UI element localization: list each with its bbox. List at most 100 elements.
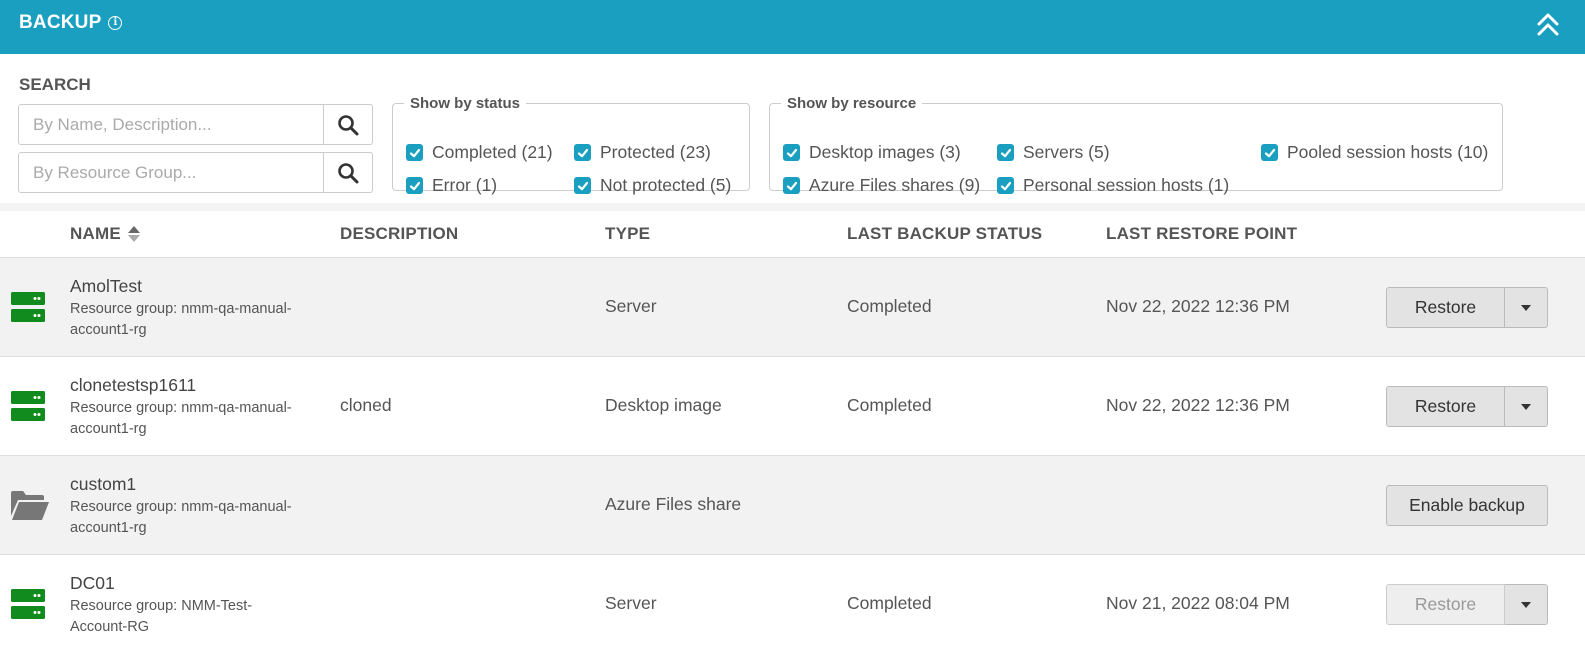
- filter-protected-checkbox[interactable]: Protected (23): [574, 142, 711, 163]
- resource-group-line2: account1-rg: [70, 421, 147, 437]
- checkbox-checked-icon: [406, 177, 423, 194]
- double-chevron-up-icon[interactable]: [1535, 11, 1561, 39]
- filter-desktop-images-checkbox[interactable]: Desktop images (3): [783, 142, 961, 163]
- column-header-last-restore-point: LAST RESTORE POINT: [1106, 224, 1298, 243]
- search-by-group-box: [18, 152, 373, 193]
- resource-name: clonetestsp1611: [70, 375, 197, 395]
- filter-not-protected-label: Not protected (5): [600, 175, 732, 195]
- row-type: Server: [605, 593, 657, 613]
- sort-icon[interactable]: [127, 225, 141, 243]
- search-icon: [338, 162, 359, 183]
- filter-pooled-hosts-checkbox[interactable]: Pooled session hosts (10): [1261, 142, 1488, 163]
- filter-completed-checkbox[interactable]: Completed (21): [406, 142, 553, 163]
- resource-group-line1: Resource group: nmm-qa-manual-: [70, 499, 292, 515]
- search-name-input[interactable]: [19, 105, 323, 144]
- checkbox-checked-icon: [783, 144, 800, 161]
- info-icon[interactable]: i: [108, 16, 123, 30]
- resource-group-line2: account1-rg: [70, 520, 147, 536]
- table-header: NAME DESCRIPTION TYPE LAST BACKUP STATUS…: [0, 211, 1585, 258]
- restore-button-group: Restore: [1386, 386, 1548, 427]
- checkbox-checked-icon: [783, 177, 800, 194]
- checkbox-checked-icon: [574, 177, 591, 194]
- filter-pooled-hosts-label: Pooled session hosts (10): [1287, 142, 1489, 162]
- row-restore-point: Nov 22, 2022 12:36 PM: [1106, 395, 1290, 415]
- filter-protected-label: Protected (23): [600, 142, 711, 162]
- filter-azure-files-checkbox[interactable]: Azure Files shares (9): [783, 175, 980, 196]
- restore-dropdown-button[interactable]: [1505, 584, 1548, 625]
- checkbox-checked-icon: [574, 144, 591, 161]
- enable-backup-button[interactable]: Enable backup: [1386, 485, 1548, 526]
- row-description: cloned: [340, 395, 392, 415]
- filter-error-label: Error (1): [432, 175, 498, 195]
- caret-down-icon: [1521, 403, 1531, 410]
- restore-dropdown-button[interactable]: [1505, 287, 1548, 328]
- checkbox-checked-icon: [997, 144, 1014, 161]
- search-label: SEARCH: [19, 75, 91, 94]
- row-status: Completed: [847, 296, 932, 316]
- filter-error-checkbox[interactable]: Error (1): [406, 175, 497, 196]
- filter-azure-files-label: Azure Files shares (9): [809, 175, 981, 195]
- filter-servers-label: Servers (5): [1023, 142, 1110, 162]
- restore-button-group: Restore: [1386, 584, 1548, 625]
- restore-button[interactable]: Restore: [1386, 287, 1505, 328]
- row-restore-point: Nov 21, 2022 08:04 PM: [1106, 593, 1290, 613]
- checkbox-checked-icon: [406, 144, 423, 161]
- filter-not-protected-checkbox[interactable]: Not protected (5): [574, 175, 731, 196]
- restore-button[interactable]: Restore: [1386, 386, 1505, 427]
- resource-filter-group: Show by resource Desktop images (3) Serv…: [769, 95, 1503, 195]
- row-restore-point: Nov 22, 2022 12:36 PM: [1106, 296, 1290, 316]
- search-group-input[interactable]: [19, 153, 323, 192]
- row-status: Completed: [847, 593, 932, 613]
- resource-group-line1: Resource group: nmm-qa-manual-: [70, 301, 292, 317]
- enable-backup-group: Enable backup: [1386, 485, 1548, 526]
- filter-personal-hosts-label: Personal session hosts (1): [1023, 175, 1230, 195]
- caret-down-icon: [1521, 601, 1531, 608]
- column-header-type: TYPE: [605, 224, 651, 243]
- resource-group-line1: Resource group: nmm-qa-manual-: [70, 400, 292, 416]
- row-status: Completed: [847, 395, 932, 415]
- search-icon: [338, 114, 359, 135]
- table-row: clonetestsp1611 Resource group: nmm-qa-m…: [0, 357, 1585, 456]
- search-name-button[interactable]: [323, 105, 372, 144]
- server-icon: [11, 589, 45, 619]
- server-icon: [11, 292, 45, 322]
- caret-down-icon: [1521, 304, 1531, 311]
- row-type: Azure Files share: [605, 494, 742, 514]
- header-title: BACKUP: [19, 12, 102, 33]
- resource-group-line2: Account-RG: [70, 619, 149, 635]
- resource-filter-legend: Show by resource: [787, 95, 917, 112]
- filter-personal-hosts-checkbox[interactable]: Personal session hosts (1): [997, 175, 1229, 196]
- status-filter-group: Show by status Completed (21) Protected …: [392, 95, 750, 195]
- table-row: AmolTest Resource group: nmm-qa-manual- …: [0, 258, 1585, 357]
- column-name-label: NAME: [70, 224, 121, 243]
- checkbox-checked-icon: [997, 177, 1014, 194]
- row-name-cell: custom1 Resource group: nmm-qa-manual- a…: [70, 474, 320, 539]
- resource-name: DC01: [70, 573, 115, 593]
- row-name-cell: AmolTest Resource group: nmm-qa-manual- …: [70, 276, 320, 341]
- table-row: custom1 Resource group: nmm-qa-manual- a…: [0, 456, 1585, 555]
- column-header-name[interactable]: NAME: [70, 224, 141, 244]
- server-icon: [11, 391, 45, 421]
- column-header-description: DESCRIPTION: [340, 224, 459, 243]
- restore-button-disabled[interactable]: Restore: [1386, 584, 1505, 625]
- folder-open-icon: [11, 491, 49, 520]
- table-row: DC01 Resource group: NMM-Test- Account-R…: [0, 555, 1585, 654]
- filter-desktop-images-label: Desktop images (3): [809, 142, 961, 162]
- search-group-button[interactable]: [323, 153, 372, 192]
- restore-button-group: Restore: [1386, 287, 1548, 328]
- status-filter-legend: Show by status: [410, 95, 521, 112]
- row-type: Desktop image: [605, 395, 722, 415]
- resource-name: AmolTest: [70, 276, 142, 296]
- restore-dropdown-button[interactable]: [1505, 386, 1548, 427]
- row-type: Server: [605, 296, 657, 316]
- resource-group-line2: account1-rg: [70, 322, 147, 338]
- column-header-last-backup-status: LAST BACKUP STATUS: [847, 224, 1043, 243]
- filter-servers-checkbox[interactable]: Servers (5): [997, 142, 1110, 163]
- filter-completed-label: Completed (21): [432, 142, 553, 162]
- row-name-cell: clonetestsp1611 Resource group: nmm-qa-m…: [70, 375, 320, 440]
- search-by-name-box: [18, 104, 373, 145]
- backup-header: BACKUP i: [0, 0, 1585, 54]
- header-title-wrap: BACKUP i: [19, 12, 123, 34]
- resource-group-line1: Resource group: NMM-Test-: [70, 598, 253, 614]
- row-name-cell: DC01 Resource group: NMM-Test- Account-R…: [70, 573, 320, 638]
